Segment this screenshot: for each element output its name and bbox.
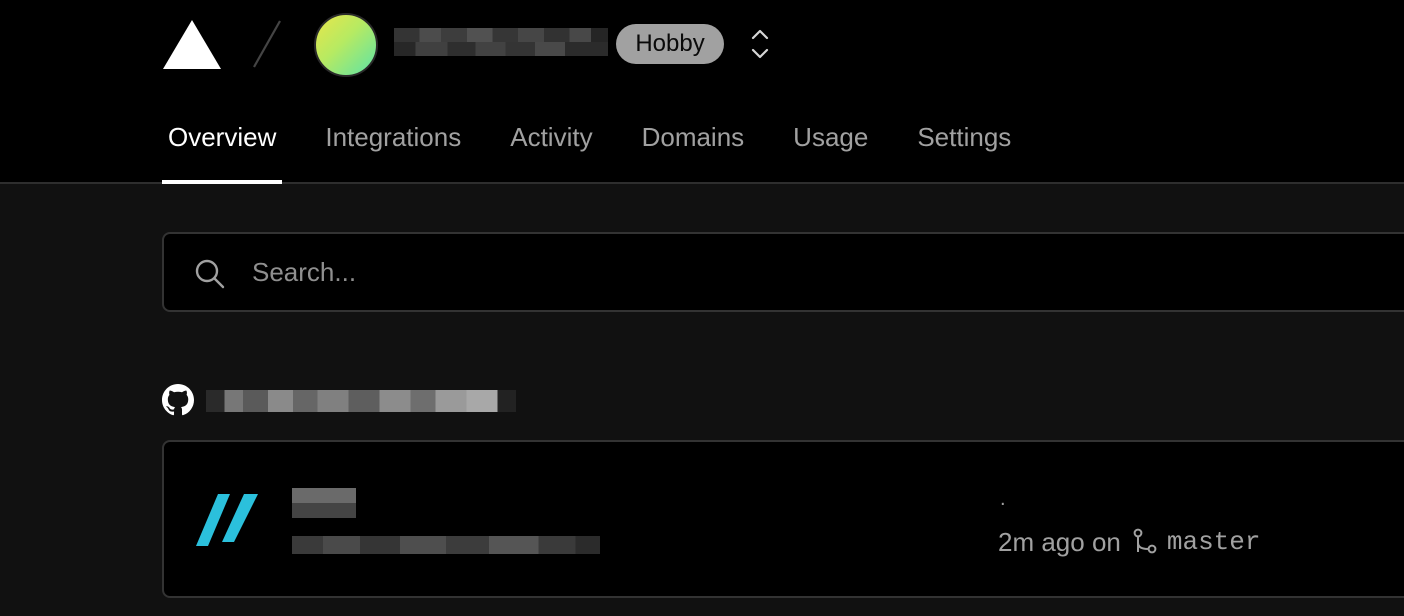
tab-domains[interactable]: Domains (636, 100, 751, 184)
top-header: Hobby Overview Integrations Activity Dom… (0, 0, 1404, 184)
tab-usage[interactable]: Usage (787, 100, 874, 184)
project-name-redacted[interactable] (292, 488, 356, 518)
project-card[interactable]: . 2m ago on master (162, 440, 1404, 598)
commit-message: . (1000, 488, 1006, 510)
plan-badge: Hobby (616, 24, 724, 64)
github-icon (162, 384, 194, 416)
git-branch-icon (1133, 528, 1157, 554)
team-name-redacted[interactable] (394, 28, 608, 56)
chevron-up-down-icon[interactable] (748, 26, 772, 62)
deployment-time: 2m ago on (998, 526, 1121, 557)
tab-activity[interactable]: Activity (504, 100, 598, 184)
search-input[interactable] (250, 234, 1400, 310)
vercel-triangle-icon[interactable] (162, 18, 222, 70)
nav-tabs: Overview Integrations Activity Domains U… (162, 100, 1054, 184)
branch-name[interactable]: master (1167, 527, 1261, 557)
search-icon (195, 259, 225, 289)
team-avatar[interactable] (314, 13, 378, 77)
framework-logo-icon (196, 494, 258, 546)
search-bar[interactable] (162, 232, 1404, 312)
tab-settings[interactable]: Settings (911, 100, 1017, 184)
project-url-redacted[interactable] (292, 536, 600, 554)
deployment-meta: 2m ago on master (998, 524, 1261, 560)
tab-integrations[interactable]: Integrations (319, 100, 467, 184)
breadcrumb-separator-icon (253, 20, 281, 68)
tab-overview[interactable]: Overview (162, 100, 283, 184)
repo-name-redacted[interactable] (206, 390, 516, 412)
